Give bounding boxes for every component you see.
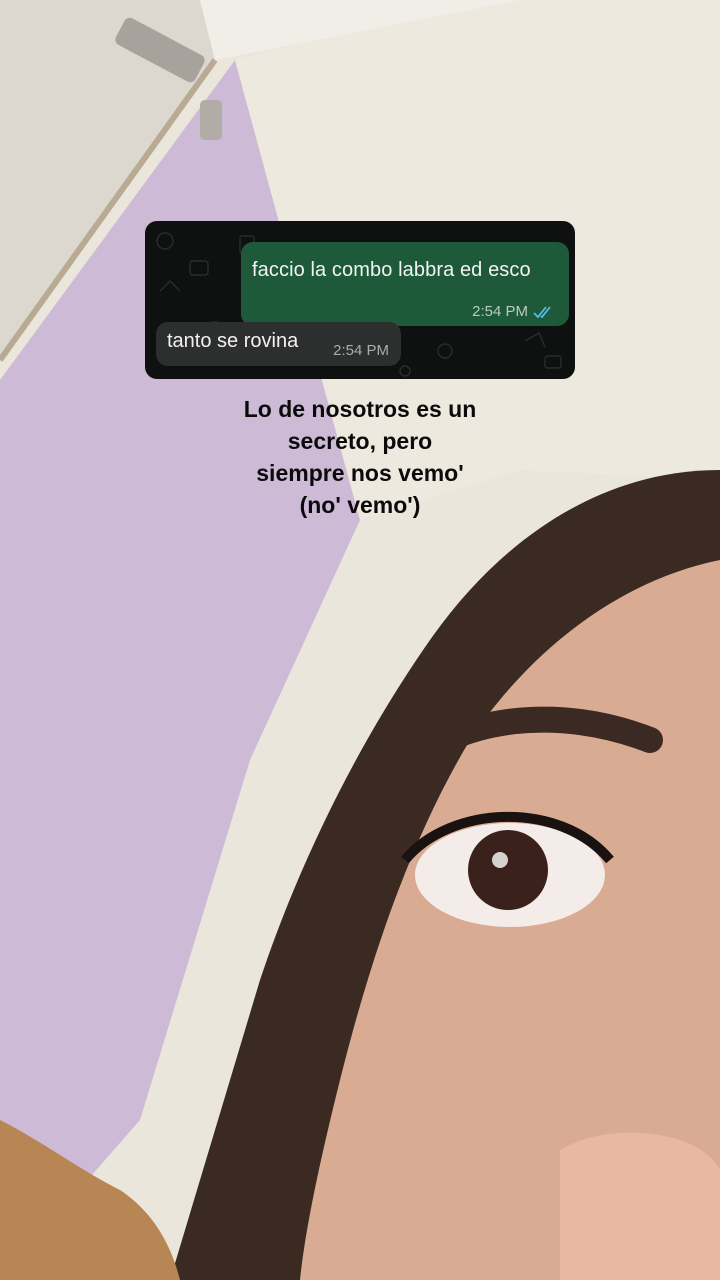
- incoming-message-text: tanto se rovina: [167, 330, 299, 352]
- incoming-message-time: 2:54 PM: [333, 342, 389, 359]
- chat-screenshot: faccio la combo labbra ed esco 2:54 PM t…: [145, 221, 575, 379]
- outgoing-message-bubble: faccio la combo labbra ed esco 2:54 PM: [241, 242, 569, 326]
- incoming-message-bubble: tanto se rovina 2:54 PM: [156, 322, 401, 366]
- caption-line: secreto, pero: [287, 428, 433, 454]
- caption-line: Lo de nosotros es un: [243, 396, 477, 422]
- caption-line: (no' vemo'): [299, 492, 421, 518]
- background-photo: [0, 0, 720, 1280]
- double-check-icon: [533, 305, 551, 318]
- outgoing-message-time: 2:54 PM: [472, 303, 528, 320]
- caption-line: siempre nos vemo': [256, 460, 464, 486]
- outgoing-message-meta: 2:54 PM: [472, 303, 555, 320]
- caption-text: Lo de nosotros es un secreto, pero siemp…: [180, 393, 540, 521]
- outgoing-message-text: faccio la combo labbra ed esco: [252, 259, 531, 281]
